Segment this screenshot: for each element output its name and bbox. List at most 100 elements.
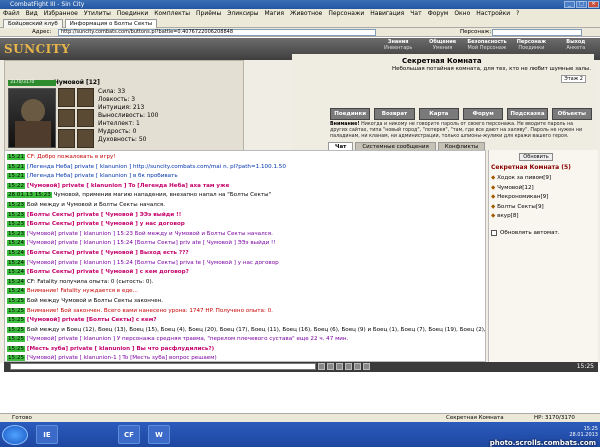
nav-item[interactable]: Знания Инвентарь	[376, 39, 420, 53]
sound-icon[interactable]	[363, 363, 370, 370]
room-buttons: Поединки Возврат Карта клубы Форум Подсказка…	[330, 108, 592, 127]
room-button[interactable]: Возврат	[374, 108, 415, 120]
room-button[interactable]: Поединки	[330, 108, 371, 120]
equip-slot[interactable]	[58, 88, 75, 107]
chat-time: 15:23	[7, 221, 26, 228]
smile-icon[interactable]	[327, 363, 334, 370]
equip-slot[interactable]	[58, 108, 75, 128]
auto-refresh[interactable]: Обновлять автомат.	[491, 230, 560, 236]
chat-line: 15:25 Бой между Чумовой и Болты Секты за…	[7, 297, 485, 307]
chat-time: 15:23	[7, 201, 26, 208]
menu-item[interactable]: Настройки	[476, 9, 510, 18]
chat-time: 15:24	[7, 278, 26, 285]
status-hp: HP: 3170/3170	[534, 415, 575, 421]
equip-slot[interactable]	[77, 88, 94, 107]
warning-text: Никогда и никому не говорите пароль от с…	[330, 122, 583, 139]
menu-item[interactable]: Поединки	[117, 9, 148, 18]
settings-icon[interactable]	[354, 363, 361, 370]
minimize-icon[interactable]: _	[564, 1, 575, 8]
auto-refresh-checkbox[interactable]	[491, 230, 497, 236]
address-label: Адрес:	[32, 29, 52, 35]
user-item[interactable]: ◆ Некрономикан[9]	[491, 193, 595, 203]
tab-info[interactable]: Информация о Болты Секты	[64, 19, 158, 28]
search-input[interactable]	[492, 29, 582, 36]
close-icon[interactable]: ✕	[588, 1, 599, 8]
menu-item[interactable]: Файл	[3, 9, 20, 18]
chat-text: [Легенда Неба] private [ klanunion ] в б…	[26, 173, 178, 180]
chat-text: Внимание! Бой закончен. Всего вами нанес…	[26, 307, 273, 314]
user-list: ◆ Ходок за пивом[9] ◆ Чумовой[12] ◆ Некрон…	[491, 174, 595, 222]
send-icon[interactable]	[318, 363, 325, 370]
nav-item[interactable]: Общение Умения	[420, 39, 464, 53]
address-input[interactable]: http://suncity.combats.com/buttons.pl?ba…	[58, 29, 376, 36]
menu-item[interactable]: Персонажи	[328, 9, 364, 18]
equip-slot[interactable]	[77, 129, 94, 148]
menu-item[interactable]: Животное	[290, 9, 322, 18]
taskbar-app[interactable]: IE	[36, 425, 58, 444]
chat-tab[interactable]: Системные сообщения	[355, 142, 436, 150]
menu-item[interactable]: Окно	[454, 9, 470, 18]
browser-tabs: Бойцовский клуб Информация о Болты Секты	[0, 18, 600, 28]
menu-item[interactable]: Чат	[410, 9, 421, 18]
menu-item[interactable]: ?	[516, 9, 519, 18]
chat-line: 15:24 [Чумовой] private [ klanunion ] 15…	[7, 259, 485, 269]
chat-line: 15:25 Внимание! Бой закончен. Всего вами…	[7, 307, 485, 317]
maximize-icon[interactable]: □	[576, 1, 587, 8]
equip-slot[interactable]	[58, 129, 75, 148]
nav-item[interactable]: Выход Анкета	[554, 39, 598, 53]
menu-item[interactable]: Избранное	[44, 9, 78, 18]
stat-line: Духовность: 50	[98, 136, 147, 143]
menu-item[interactable]: Вид	[26, 9, 38, 18]
address-bar: Адрес: http://suncity.combats.com/button…	[0, 28, 600, 37]
menu-bar: Файл Вид Избранное Утилиты Поединки Комплекты…	[0, 9, 600, 18]
menu-item[interactable]: Приёмы	[196, 9, 221, 18]
start-icon[interactable]	[2, 425, 28, 445]
user-item[interactable]: ◆ Болты Секты[9]	[491, 203, 595, 213]
chat-tab[interactable]: Конфликты	[437, 142, 486, 150]
chat-text: [Чумовой] private [ klanunion ] У персон…	[26, 336, 349, 343]
tab-club[interactable]: Бойцовский клуб	[3, 19, 63, 28]
chat-text: [Чумовой] private [Болты Секты] с кем?	[26, 317, 157, 324]
chat-text: CF: Добро пожаловать в игру!	[26, 154, 116, 160]
user-item[interactable]: ◆ Ходок за пивом[9]	[491, 174, 595, 184]
room-button[interactable]: Форум	[462, 108, 504, 120]
menu-item[interactable]: Эликсиры	[227, 9, 258, 18]
taskbar-app[interactable]: W	[148, 425, 170, 444]
chat-text: Бой между и Боец (12), Боец (13), Боец (…	[26, 326, 485, 333]
chat-text: [Чумовой] private [ klanunion-1 ] To [Ме…	[26, 355, 217, 362]
chat-input[interactable]	[10, 363, 316, 370]
chat-text: [Болты Секты] private [ Чумовой ] Выход …	[26, 249, 189, 256]
chat-time: 15:25	[7, 345, 26, 352]
user-item[interactable]: ◆ Чумовой[12]	[491, 184, 595, 194]
menu-item[interactable]: Утилиты	[84, 9, 111, 18]
room-button[interactable]: Карта клубы	[418, 108, 459, 127]
chat-line: 15:24 [Болты Секты] private [ Чумовой ] …	[7, 249, 485, 259]
character-name[interactable]: Чумовой [12]	[54, 79, 100, 87]
room-button[interactable]: Объекты	[551, 108, 592, 120]
menu-item[interactable]: Комплекты	[154, 9, 190, 18]
chat-time: 15:22	[7, 182, 26, 189]
user-item[interactable]: ◆ вкур[8]	[491, 212, 595, 222]
chat-text: Чумовой, применив магию нападения, внеза…	[53, 192, 272, 199]
nav-item[interactable]: Персонаж Поединки	[509, 39, 553, 53]
chat-time: 15:24	[7, 259, 26, 266]
taskbar-app[interactable]: CF	[118, 425, 140, 444]
nav-item[interactable]: Безопасность Мой Персонаж	[465, 39, 509, 53]
refresh-button[interactable]: Обновить	[519, 153, 553, 161]
user-name: Некрономикан[9]	[497, 194, 549, 201]
menu-item[interactable]: Магия	[264, 9, 284, 18]
user-name: Ходок за пивом[9]	[497, 175, 552, 181]
menu-item[interactable]: Форум	[428, 9, 449, 18]
filter-icon[interactable]	[345, 363, 352, 370]
room-button[interactable]: Подсказка	[507, 108, 548, 120]
search-label: Персонаж:	[460, 29, 492, 35]
chat-time: 15:25	[7, 336, 26, 343]
menu-item[interactable]: Навигация	[370, 9, 404, 18]
chat-tab[interactable]: Чат	[328, 142, 354, 150]
chat-line: 15:25 [Чумовой] private [Болты Секты] с …	[7, 316, 485, 326]
clear-icon[interactable]	[336, 363, 343, 370]
chat-line: 15:24 Внимание! Fatality нуждается в еде…	[7, 287, 485, 297]
chat-line: 15:21 [Легенда Неба] private [ klanunion…	[7, 172, 485, 182]
equip-slot[interactable]	[77, 108, 94, 128]
chat-time: 15:21	[7, 163, 26, 170]
